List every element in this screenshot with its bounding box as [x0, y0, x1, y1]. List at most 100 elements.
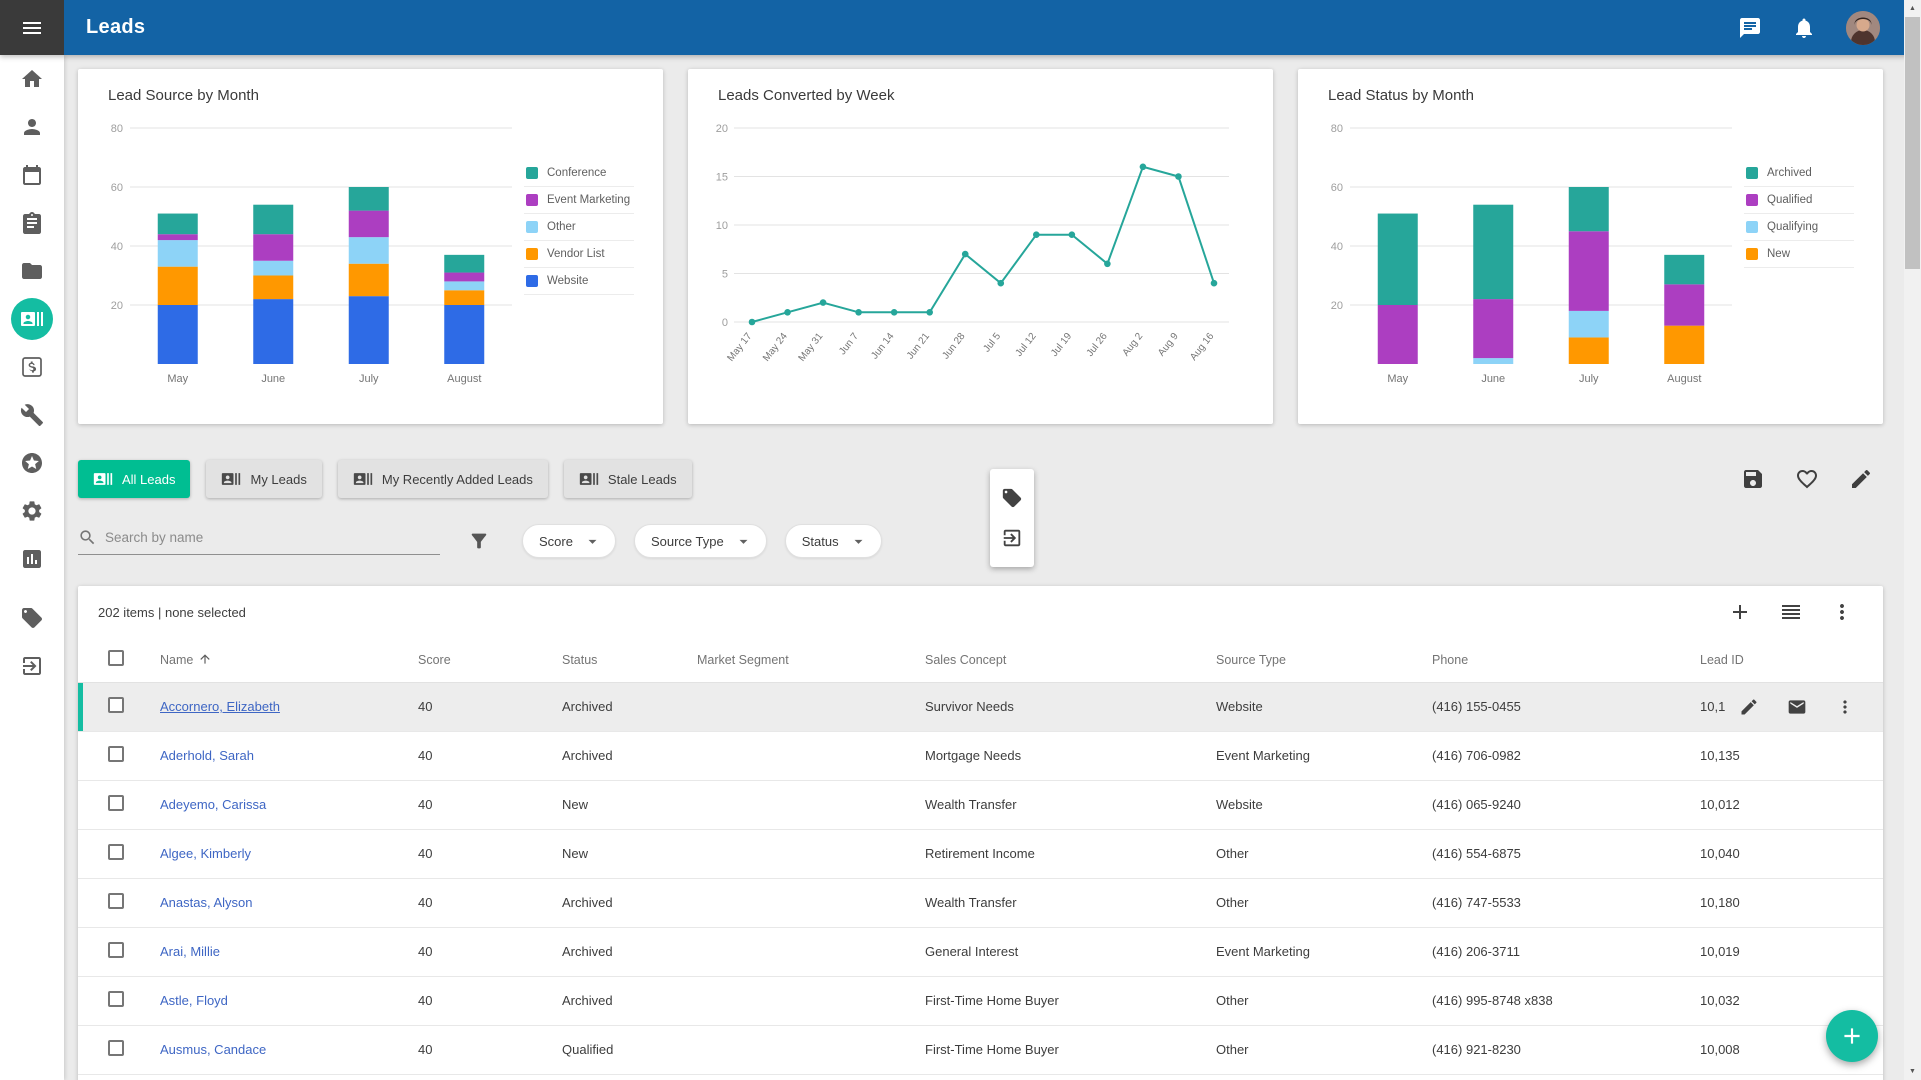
filter-dropdown-score[interactable]: Score: [522, 524, 616, 558]
legend-item[interactable]: Other: [524, 214, 634, 241]
legend-item[interactable]: Website: [524, 268, 634, 295]
row-checkbox[interactable]: [108, 746, 124, 762]
sidebar-item-gear[interactable]: [8, 487, 56, 535]
sidebar-item-calendar[interactable]: [8, 151, 56, 199]
row-checkbox[interactable]: [108, 942, 124, 958]
lead-name-link[interactable]: Astle, Floyd: [160, 993, 228, 1008]
kebab-icon[interactable]: [1835, 697, 1855, 717]
search-field[interactable]: [78, 528, 440, 555]
legend-item[interactable]: Qualifying: [1744, 214, 1854, 241]
cell-phone: (416) 995-8748 x838: [1414, 976, 1682, 1025]
sidebar-item-home[interactable]: [8, 55, 56, 103]
row-checkbox[interactable]: [108, 991, 124, 1007]
lead-name-link[interactable]: Aderhold, Sarah: [160, 748, 254, 763]
scroll-thumb[interactable]: [1905, 17, 1920, 269]
bell-icon[interactable]: [1792, 16, 1816, 40]
table-row[interactable]: Aderhold, Sarah40ArchivedMortgage NeedsE…: [78, 731, 1883, 780]
legend-swatch: [526, 194, 538, 206]
add-icon[interactable]: [1728, 600, 1752, 624]
lead-name-link[interactable]: Anastas, Alyson: [160, 895, 253, 910]
column-header-score[interactable]: Score: [400, 638, 544, 682]
cell-score: 40: [400, 731, 544, 780]
row-checkbox[interactable]: [108, 1040, 124, 1056]
row-checkbox[interactable]: [108, 844, 124, 860]
cell-lead-id: 10,012: [1682, 780, 1883, 829]
table-row[interactable]: Ausmus, Candace40QualifiedFirst-Time Hom…: [78, 1025, 1883, 1074]
column-header-source-type[interactable]: Source Type: [1198, 638, 1414, 682]
row-checkbox[interactable]: [108, 795, 124, 811]
view-button-stale-leads[interactable]: Stale Leads: [564, 460, 692, 498]
table-row[interactable]: Algee, Kimberly40NewRetirement IncomeOth…: [78, 829, 1883, 878]
column-header-market-segment[interactable]: Market Segment: [679, 638, 907, 682]
search-input[interactable]: [105, 530, 440, 545]
menu-button[interactable]: [0, 0, 64, 55]
sidebar-item-wrench[interactable]: [8, 391, 56, 439]
chart-title: Leads Converted by Week: [718, 87, 1269, 104]
select-all-checkbox[interactable]: [108, 650, 124, 666]
legend-item[interactable]: Qualified: [1744, 187, 1854, 214]
row-checkbox[interactable]: [108, 697, 124, 713]
tag-icon[interactable]: [1001, 487, 1023, 509]
save-icon[interactable]: [1741, 467, 1765, 491]
table-row[interactable]: Arai, Millie40ArchivedGeneral InterestEv…: [78, 927, 1883, 976]
table-row[interactable]: Anastas, Alyson40ArchivedWealth Transfer…: [78, 878, 1883, 927]
table-row[interactable]: Accornero, Elizabeth40ArchivedSurvivor N…: [78, 682, 1883, 731]
sidebar-item-folder[interactable]: [8, 247, 56, 295]
sidebar-item-person[interactable]: [8, 103, 56, 151]
sidebar-item-exit[interactable]: [8, 642, 56, 690]
charts-row: Lead Source by Month 20406080MayJuneJuly…: [78, 69, 1883, 424]
sidebar-item-contacts-card[interactable]: [11, 298, 53, 340]
sidebar-item-dollar[interactable]: [8, 343, 56, 391]
legend-item[interactable]: Vendor List: [524, 241, 634, 268]
view-button-my-recently-added-leads[interactable]: My Recently Added Leads: [338, 460, 548, 498]
column-header-phone[interactable]: Phone: [1414, 638, 1682, 682]
filter-dropdown-source-type[interactable]: Source Type: [634, 524, 767, 558]
exit-icon[interactable]: [1001, 527, 1023, 549]
list-view-icon[interactable]: [1779, 600, 1803, 624]
sidebar-item-tag[interactable]: [8, 594, 56, 642]
legend-item[interactable]: Archived: [1744, 160, 1854, 187]
avatar[interactable]: [1846, 11, 1880, 45]
add-lead-fab[interactable]: [1826, 1010, 1878, 1062]
scrollbar[interactable]: ▲ ▼: [1904, 0, 1921, 1080]
pencil-icon[interactable]: [1739, 697, 1759, 717]
legend-item[interactable]: Event Marketing: [524, 187, 634, 214]
chat-icon[interactable]: [1738, 16, 1762, 40]
view-button-all-leads[interactable]: All Leads: [78, 460, 190, 498]
sidebar-item-star-circle[interactable]: [8, 439, 56, 487]
lead-name-link[interactable]: Ausmus, Candace: [160, 1042, 266, 1057]
scroll-up-arrow[interactable]: ▲: [1904, 0, 1921, 17]
filter-dropdown-status[interactable]: Status: [785, 524, 882, 558]
sidebar-item-bar-chart[interactable]: [8, 535, 56, 583]
legend-label: Qualified: [1767, 194, 1812, 206]
column-header-sales-concept[interactable]: Sales Concept: [907, 638, 1198, 682]
scroll-down-arrow[interactable]: ▼: [1904, 1063, 1921, 1080]
table-row[interactable]: Astle, Floyd40ArchivedFirst-Time Home Bu…: [78, 976, 1883, 1025]
view-buttons: All Leads My Leads My Recently Added Leads…: [78, 460, 708, 498]
items-summary: 202 items | none selected: [98, 605, 246, 620]
search-icon: [78, 528, 97, 547]
view-button-my-leads[interactable]: My Leads: [206, 460, 321, 498]
column-header-lead-id[interactable]: Lead ID: [1682, 638, 1883, 682]
funnel-icon[interactable]: [468, 530, 490, 552]
more-options-icon[interactable]: [1830, 600, 1854, 624]
legend-item[interactable]: New: [1744, 241, 1854, 268]
column-header-status[interactable]: Status: [544, 638, 679, 682]
heart-icon[interactable]: [1795, 467, 1819, 491]
filter-dropdowns: Score Source Type Status: [522, 524, 882, 558]
envelope-icon[interactable]: [1787, 697, 1807, 717]
sidebar-item-clipboard[interactable]: [8, 199, 56, 247]
legend-item[interactable]: Conference: [524, 160, 634, 187]
row-checkbox[interactable]: [108, 893, 124, 909]
lead-name-link[interactable]: Adeyemo, Carissa: [160, 797, 266, 812]
edit-views-icon[interactable]: [1849, 467, 1873, 491]
lead-name-link[interactable]: Arai, Millie: [160, 944, 220, 959]
svg-text:Jul 26: Jul 26: [1085, 331, 1110, 359]
lead-name-link[interactable]: Algee, Kimberly: [160, 846, 251, 861]
cell-sales-concept: Survivor Needs: [907, 682, 1198, 731]
table-row[interactable]: Adeyemo, Carissa40NewWealth TransferWebs…: [78, 780, 1883, 829]
cell-phone: (416) 065-9240: [1414, 780, 1682, 829]
column-header-name[interactable]: Name: [142, 638, 400, 682]
lead-name-link[interactable]: Accornero, Elizabeth: [160, 699, 280, 714]
svg-text:Aug 2: Aug 2: [1121, 331, 1146, 359]
